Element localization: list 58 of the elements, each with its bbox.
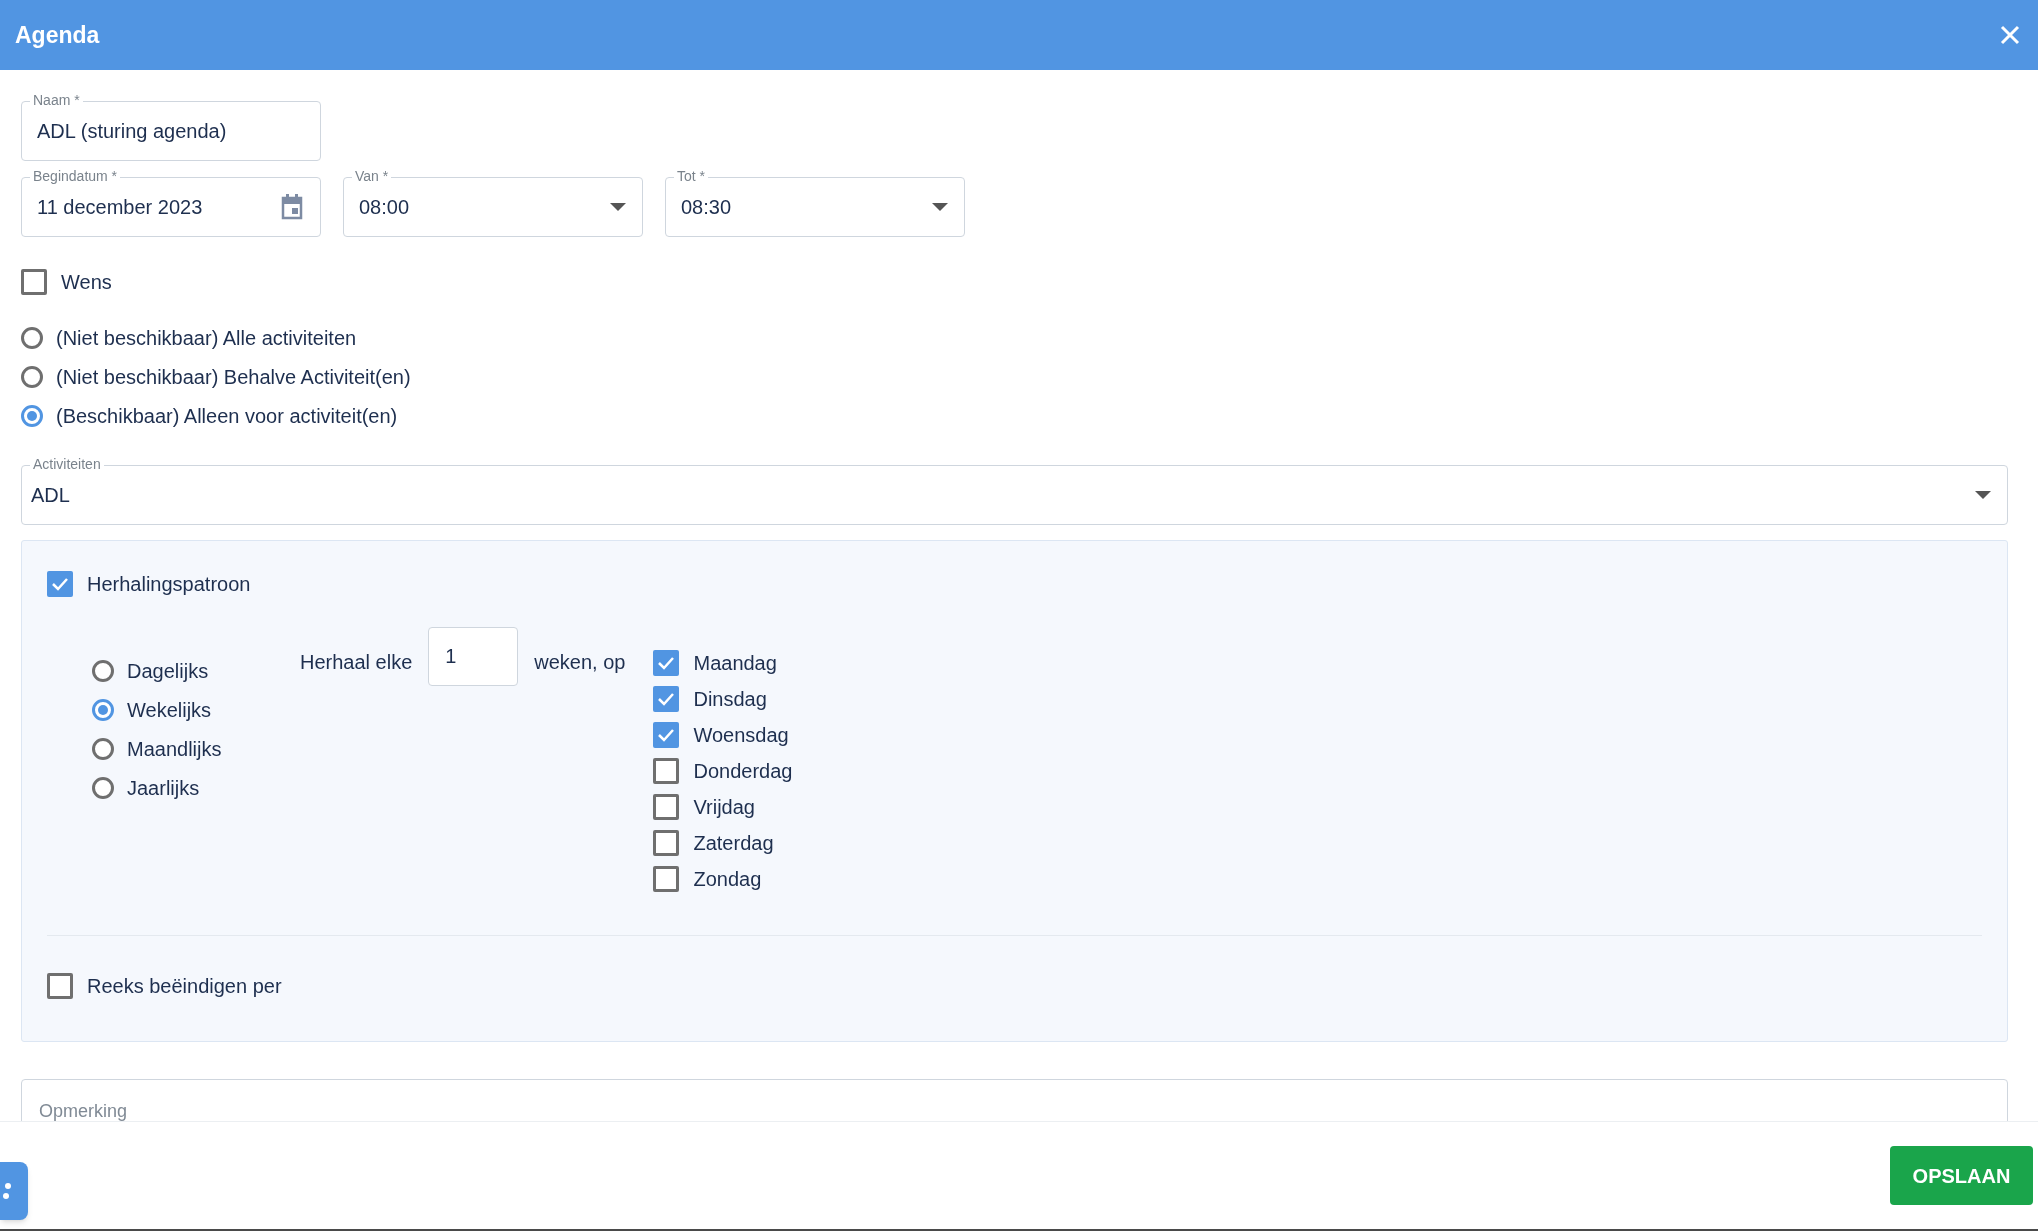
dropdown-caret-icon[interactable] bbox=[1975, 491, 1991, 499]
calendar-icon[interactable] bbox=[280, 194, 304, 220]
dropdown-caret-icon[interactable] bbox=[610, 203, 626, 211]
radio-button[interactable] bbox=[21, 327, 43, 349]
checkbox[interactable] bbox=[653, 758, 680, 784]
checkbox[interactable] bbox=[653, 830, 680, 856]
field-value: ADL (sturing agenda) bbox=[37, 119, 227, 144]
radio-button[interactable] bbox=[92, 738, 114, 760]
chat-widget-button[interactable] bbox=[0, 1162, 28, 1220]
checkbox-label: Woensdag bbox=[693, 723, 789, 748]
checkbox-label: Vrijdag bbox=[693, 795, 755, 820]
field-value: ADL bbox=[31, 483, 70, 508]
field-label: Naam * bbox=[30, 92, 83, 108]
checkbox-label: Zaterdag bbox=[693, 831, 774, 856]
checkbox[interactable] bbox=[653, 686, 680, 712]
radio-button[interactable] bbox=[92, 777, 114, 799]
radio-label: Jaarlijks bbox=[127, 776, 200, 801]
field-label: Activiteiten bbox=[30, 456, 104, 472]
checkbox[interactable] bbox=[653, 722, 680, 748]
radio-label: Maandlijks bbox=[127, 737, 222, 762]
checkbox-label: Maandag bbox=[693, 651, 777, 676]
checkmark-icon bbox=[657, 656, 676, 670]
field-value: 11 december 2023 bbox=[37, 195, 203, 220]
checkmark-icon bbox=[51, 577, 69, 591]
radio-label: (Niet beschikbaar) Behalve Activiteit(en) bbox=[56, 365, 411, 390]
checkbox[interactable] bbox=[47, 973, 73, 999]
radio-button[interactable] bbox=[21, 405, 43, 427]
window-title: Agenda bbox=[15, 20, 100, 50]
field-value: 08:30 bbox=[681, 195, 732, 220]
dropdown-caret-icon[interactable] bbox=[932, 203, 948, 211]
radio-label: Dagelijks bbox=[127, 659, 209, 684]
checkbox[interactable] bbox=[653, 650, 680, 676]
checkbox[interactable] bbox=[21, 269, 47, 295]
checkbox-label: Herhalingspatroon bbox=[87, 572, 251, 597]
checkbox-label: Wens bbox=[61, 270, 112, 295]
radio-button[interactable] bbox=[92, 660, 114, 682]
checkbox[interactable] bbox=[653, 794, 680, 820]
radio-button[interactable] bbox=[92, 699, 114, 721]
checkbox[interactable] bbox=[653, 866, 680, 892]
radio-label: (Niet beschikbaar) Alle activiteiten bbox=[56, 326, 357, 351]
checkbox-label: Donderdag bbox=[693, 759, 793, 784]
field-label: Van * bbox=[352, 168, 392, 184]
checkbox-label: Zondag bbox=[693, 867, 762, 892]
checkmark-icon bbox=[657, 728, 676, 742]
field-label: Tot * bbox=[674, 168, 708, 184]
radio-label: Wekelijks bbox=[127, 698, 212, 723]
unit-label: weken, op bbox=[534, 650, 626, 675]
checkbox[interactable] bbox=[47, 571, 73, 597]
interval-field[interactable]: 1 bbox=[428, 627, 519, 686]
radio-button[interactable] bbox=[21, 366, 43, 388]
checkbox-label: Reeks beëindigen per bbox=[87, 974, 282, 999]
checkbox-label: Dinsdag bbox=[693, 687, 767, 712]
repeat-label: Herhaal elke bbox=[300, 650, 413, 675]
radio-label: (Beschikbaar) Alleen voor activiteit(en) bbox=[56, 404, 398, 429]
field-value: 08:00 bbox=[359, 195, 410, 220]
field-label: Begindatum * bbox=[30, 168, 121, 184]
remark-placeholder: Opmerking bbox=[39, 1101, 128, 1121]
checkmark-icon bbox=[657, 692, 676, 706]
